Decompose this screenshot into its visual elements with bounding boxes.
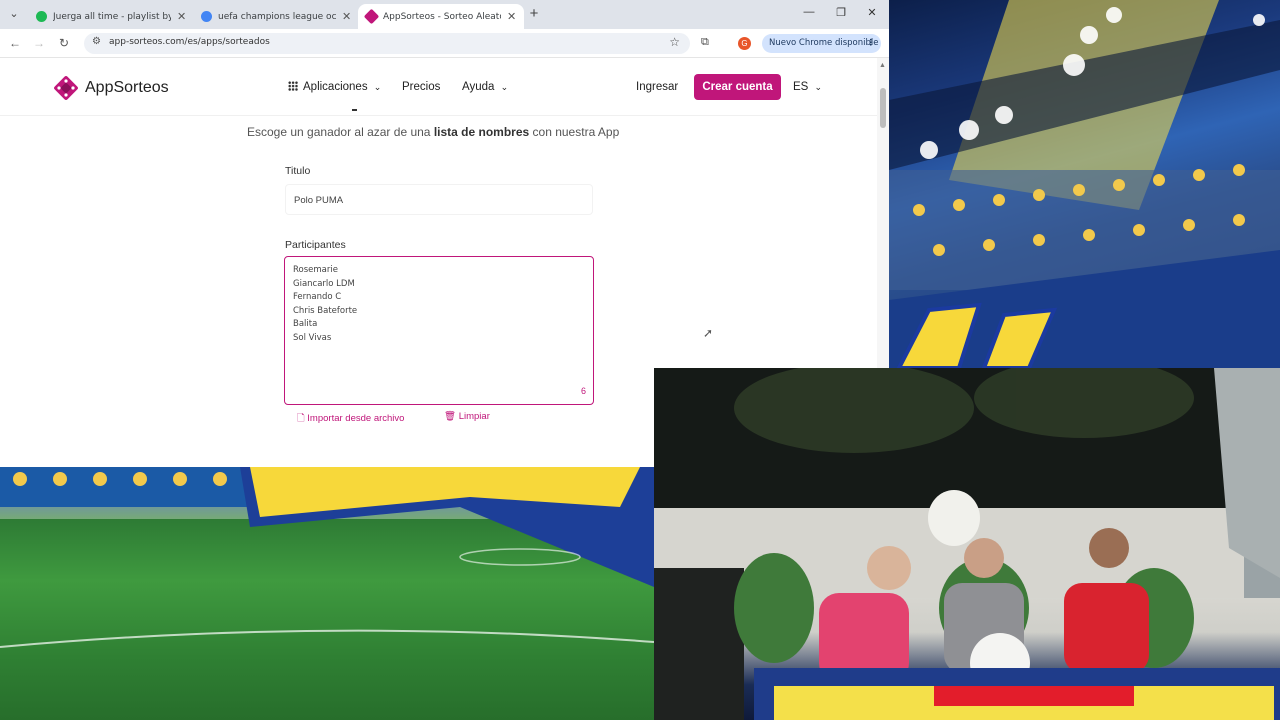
nav-label: Aplicaciones [303, 81, 368, 93]
participant-line: Sol Vivas [293, 332, 332, 343]
import-file-button[interactable]: 🗋 Importar desde archivo [297, 411, 404, 427]
webcam-scene [654, 368, 1280, 720]
tab-title: Juerga all time - playlist by go [53, 11, 171, 22]
participant-line: Rosemarie [293, 265, 338, 275]
chrome-update-button[interactable]: Nuevo Chrome disponible ⋮ [762, 34, 881, 53]
clear-button[interactable]: 🗑 Limpiar [444, 411, 490, 422]
tab-title: uefa champions league octavos [218, 11, 336, 22]
participants-textarea[interactable]: Rosemarie Giancarlo LDM Fernando C Chris… [284, 256, 594, 405]
subtitle-pre: Escoge un ganador al azar de una [247, 125, 431, 139]
stadium-graphic [889, 0, 1280, 368]
field-art [0, 467, 654, 648]
tab-google[interactable]: uefa champions league octavos ✕ [193, 4, 359, 29]
trash-icon: 🗑 [444, 411, 457, 422]
tab-strip: ⌄ Juerga all time - playlist by go ✕ uef… [0, 0, 889, 29]
nav-label: Ayuda [462, 81, 495, 93]
participants-label: Participantes [285, 239, 346, 251]
close-icon[interactable]: ✕ [507, 10, 516, 23]
nav-aplicaciones[interactable]: Aplicaciones ⌄ [288, 81, 381, 93]
nav-precios[interactable]: Precios [402, 81, 440, 93]
close-window-icon[interactable]: ✕ [864, 6, 880, 19]
title-input[interactable]: Polo PUMA [285, 184, 593, 215]
grid-icon [288, 81, 298, 91]
tab-title: AppSorteos - Sorteo Aleatorio [383, 11, 501, 22]
site-header: AppSorteos Aplicaciones ⌄ Precios Ayuda … [0, 58, 877, 116]
login-button[interactable]: Ingresar [636, 81, 678, 93]
close-icon[interactable]: ✕ [177, 10, 186, 23]
browser-toolbar: ← → ↻ ⚙ app-sorteos.com/es/apps/sorteado… [0, 29, 889, 58]
close-icon[interactable]: ✕ [342, 10, 351, 23]
logo-text: AppSorteos [85, 79, 169, 96]
mouse-cursor-icon: ➚ [703, 326, 714, 340]
stadium-art [889, 0, 1280, 368]
page-subtitle: Escoge un ganador al azar de una lista d… [247, 125, 619, 139]
spotify-icon [36, 11, 47, 22]
webcam-feed [654, 368, 1280, 720]
heading-fragment [352, 109, 357, 111]
address-bar[interactable]: ⚙ app-sorteos.com/es/apps/sorteados ☆ [84, 33, 690, 54]
nav-ayuda[interactable]: Ayuda ⌄ [462, 81, 508, 93]
participant-line: Fernando C [293, 292, 342, 302]
minimize-icon[interactable]: — [801, 6, 817, 18]
site-info-icon[interactable]: ⚙ [92, 36, 101, 47]
tab-spotify[interactable]: Juerga all time - playlist by go ✕ [28, 4, 194, 29]
chevron-down-icon: ⌄ [814, 82, 823, 92]
new-tab-button[interactable]: + [526, 6, 542, 22]
restore-icon[interactable]: ❐ [833, 6, 849, 19]
import-label: Importar desde archivo [307, 413, 405, 424]
soccer-field-graphic [0, 467, 654, 720]
appsorteos-icon [363, 8, 380, 25]
chevron-down-icon: ⌄ [373, 82, 382, 92]
clear-label: Limpiar [458, 411, 490, 422]
update-label: Nuevo Chrome disponible [769, 38, 879, 48]
participant-line: Giancarlo LDM [293, 278, 355, 289]
signup-button[interactable]: Crear cuenta [694, 74, 781, 100]
participant-count: 6 [580, 386, 586, 396]
appsorteos-logo[interactable]: AppSorteos [53, 75, 169, 101]
participant-line: Chris Bateforte [293, 305, 358, 316]
logo-icon [54, 76, 78, 100]
profile-avatar[interactable]: G [738, 37, 751, 50]
url-text: app-sorteos.com/es/apps/sorteados [109, 37, 270, 47]
title-label: Titulo [285, 165, 311, 177]
forward-icon[interactable]: → [31, 35, 47, 51]
subtitle-bold: lista de nombres [433, 125, 530, 139]
tab-search-icon[interactable]: ⌄ [6, 6, 22, 22]
extensions-icon[interactable]: ⧉ [701, 36, 709, 49]
screen: ⌄ Juerga all time - playlist by go ✕ uef… [0, 0, 1280, 720]
language-selector[interactable]: ES ⌄ [793, 81, 822, 93]
chevron-down-icon: ⌄ [500, 82, 509, 92]
participant-line: Balita [293, 319, 318, 329]
scrollbar-thumb[interactable] [880, 88, 886, 128]
reload-icon[interactable]: ↻ [56, 35, 72, 51]
more-menu-icon[interactable]: ⋮ [867, 34, 876, 53]
subtitle-post: con nuestra App [532, 125, 620, 139]
language-label: ES [793, 81, 809, 93]
google-icon [201, 11, 212, 22]
bookmark-star-icon[interactable]: ☆ [669, 35, 680, 49]
file-icon: 🗋 [297, 413, 305, 424]
back-icon[interactable]: ← [7, 35, 23, 51]
tab-appsorteos[interactable]: AppSorteos - Sorteo Aleatorio ✕ [358, 4, 525, 29]
scroll-up-icon[interactable]: ▲ [879, 62, 886, 69]
